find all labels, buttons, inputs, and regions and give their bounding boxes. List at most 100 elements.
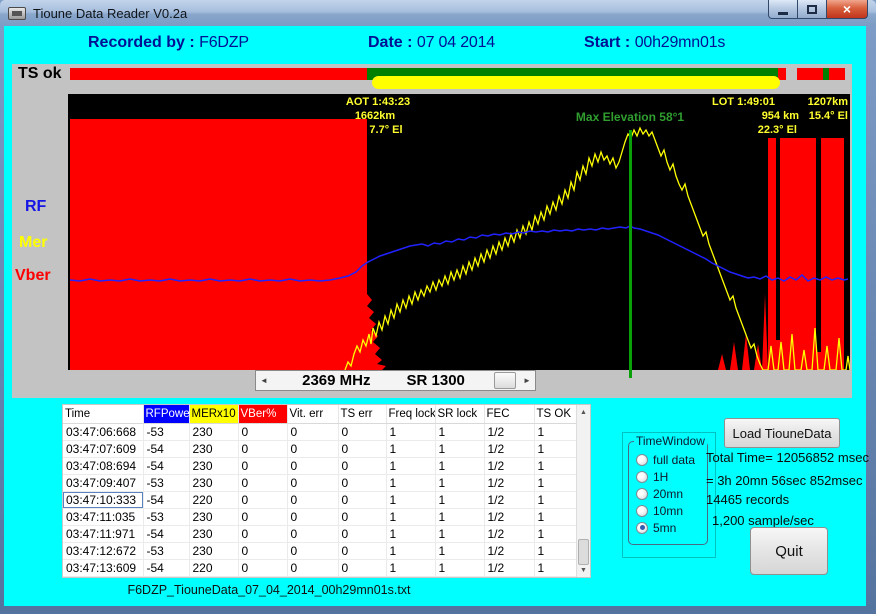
- table-cell[interactable]: 0: [338, 474, 386, 491]
- table-cell[interactable]: 1/2: [484, 525, 534, 542]
- close-button[interactable]: ×: [826, 0, 868, 19]
- table-cell[interactable]: 220: [189, 491, 238, 508]
- table-cell[interactable]: 1: [534, 474, 578, 491]
- table-row[interactable]: 03:47:10:333-54220000111/21: [63, 491, 578, 508]
- table-cell[interactable]: 230: [189, 423, 238, 440]
- table-scrollbar-thumb[interactable]: [578, 539, 589, 565]
- table-cell[interactable]: 0: [338, 491, 386, 508]
- radio-option-1H[interactable]: 1H: [636, 468, 695, 485]
- table-cell[interactable]: 0: [287, 474, 338, 491]
- table-cell[interactable]: 0: [287, 440, 338, 457]
- table-cell[interactable]: 230: [189, 508, 238, 525]
- table-cell[interactable]: 1/2: [484, 491, 534, 508]
- table-row[interactable]: 03:47:07:609-54230000111/21: [63, 440, 578, 457]
- table-cell[interactable]: 0: [287, 542, 338, 559]
- table-cell[interactable]: 03:47:12:672: [63, 542, 143, 559]
- table-row[interactable]: 03:47:06:668-53230000111/21: [63, 423, 578, 440]
- table-cell[interactable]: 0: [338, 423, 386, 440]
- table-cell[interactable]: -54: [143, 491, 189, 508]
- table-cell[interactable]: -53: [143, 542, 189, 559]
- table-cell[interactable]: 1: [534, 542, 578, 559]
- table-cell[interactable]: 03:47:06:668: [63, 423, 143, 440]
- radio-button-icon[interactable]: [636, 522, 648, 534]
- table-row[interactable]: 03:47:13:609-54220000111/21: [63, 559, 578, 576]
- table-cell[interactable]: 1: [386, 474, 435, 491]
- load-tiounedata-button[interactable]: Load TiouneData: [724, 418, 840, 448]
- table-cell[interactable]: 0: [338, 440, 386, 457]
- column-header[interactable]: Freq lock: [386, 405, 435, 423]
- table-cell[interactable]: 0: [287, 525, 338, 542]
- table-cell[interactable]: 1: [534, 508, 578, 525]
- column-header[interactable]: Vit. err: [287, 405, 338, 423]
- table-row[interactable]: 03:47:12:672-53230000111/21: [63, 542, 578, 559]
- table-cell[interactable]: 1: [534, 525, 578, 542]
- table-cell[interactable]: 1: [435, 423, 484, 440]
- table-cell[interactable]: -54: [143, 559, 189, 576]
- table-cell[interactable]: 1: [386, 542, 435, 559]
- table-cell[interactable]: 1/2: [484, 423, 534, 440]
- scrollbar-thumb[interactable]: [494, 372, 516, 389]
- table-row[interactable]: 03:47:11:971-54230000111/21: [63, 525, 578, 542]
- column-header[interactable]: TS err: [338, 405, 386, 423]
- table-cell[interactable]: 0: [287, 423, 338, 440]
- table-cell[interactable]: 0: [238, 440, 287, 457]
- table-cell[interactable]: 0: [338, 457, 386, 474]
- table-cell[interactable]: 0: [338, 559, 386, 576]
- table-cell[interactable]: 1/2: [484, 508, 534, 525]
- table-cell[interactable]: 1: [386, 423, 435, 440]
- title-bar[interactable]: Tioune Data Reader V0.2a: [0, 0, 876, 26]
- table-cell[interactable]: 03:47:11:035: [63, 508, 143, 525]
- table-cell[interactable]: 0: [238, 559, 287, 576]
- maximize-button[interactable]: [798, 0, 826, 19]
- table-cell[interactable]: 1: [534, 491, 578, 508]
- table-cell[interactable]: -54: [143, 525, 189, 542]
- table-cell[interactable]: -54: [143, 440, 189, 457]
- table-cell[interactable]: 1/2: [484, 559, 534, 576]
- table-cell[interactable]: -54: [143, 457, 189, 474]
- column-header[interactable]: VBer%: [238, 405, 287, 423]
- table-cell[interactable]: 1: [435, 508, 484, 525]
- table-cell[interactable]: 1/2: [484, 542, 534, 559]
- table-cell[interactable]: 1: [435, 542, 484, 559]
- scroll-right-arrow-icon[interactable]: ►: [519, 371, 535, 390]
- scroll-left-arrow-icon[interactable]: ◄: [256, 371, 272, 390]
- table-cell[interactable]: 1: [435, 559, 484, 576]
- frequency-scrollbar[interactable]: ◄ 2369 MHz SR 1300 ►: [255, 370, 536, 391]
- radio-option-20mn[interactable]: 20mn: [636, 485, 695, 502]
- minimize-button[interactable]: [768, 0, 798, 19]
- table-cell[interactable]: 03:47:13:609: [63, 559, 143, 576]
- table-cell[interactable]: 1: [435, 474, 484, 491]
- table-cell[interactable]: 1: [534, 440, 578, 457]
- table-cell[interactable]: 230: [189, 440, 238, 457]
- table-cell[interactable]: 0: [287, 559, 338, 576]
- radio-button-icon[interactable]: [636, 471, 648, 483]
- table-cell[interactable]: 1: [435, 525, 484, 542]
- column-header[interactable]: Time: [63, 405, 143, 423]
- table-cell[interactable]: 0: [238, 525, 287, 542]
- table-cell[interactable]: 0: [287, 457, 338, 474]
- scroll-down-arrow-icon[interactable]: ▼: [577, 563, 590, 577]
- table-cell[interactable]: 0: [238, 508, 287, 525]
- table-cell[interactable]: 230: [189, 525, 238, 542]
- table-cell[interactable]: 03:47:10:333: [63, 491, 143, 508]
- column-header[interactable]: SR lock: [435, 405, 484, 423]
- table-cell[interactable]: 0: [238, 542, 287, 559]
- table-cell[interactable]: 03:47:11:971: [63, 525, 143, 542]
- table-cell[interactable]: 0: [338, 525, 386, 542]
- table-cell[interactable]: 0: [338, 542, 386, 559]
- table-cell[interactable]: 230: [189, 542, 238, 559]
- radio-option-full-data[interactable]: full data: [636, 451, 695, 468]
- table-cell[interactable]: 230: [189, 474, 238, 491]
- table-scrollbar[interactable]: ▲ ▼: [576, 405, 590, 577]
- table-cell[interactable]: 230: [189, 457, 238, 474]
- table-cell[interactable]: 0: [338, 508, 386, 525]
- table-cell[interactable]: 0: [287, 491, 338, 508]
- column-header[interactable]: MERx10: [189, 405, 238, 423]
- table-cell[interactable]: 0: [238, 423, 287, 440]
- table-cell[interactable]: -53: [143, 423, 189, 440]
- table-row[interactable]: 03:47:09:407-53230000111/21: [63, 474, 578, 491]
- table-cell[interactable]: 1: [435, 491, 484, 508]
- table-cell[interactable]: 1: [435, 457, 484, 474]
- table-cell[interactable]: 1: [534, 457, 578, 474]
- table-cell[interactable]: 1: [386, 559, 435, 576]
